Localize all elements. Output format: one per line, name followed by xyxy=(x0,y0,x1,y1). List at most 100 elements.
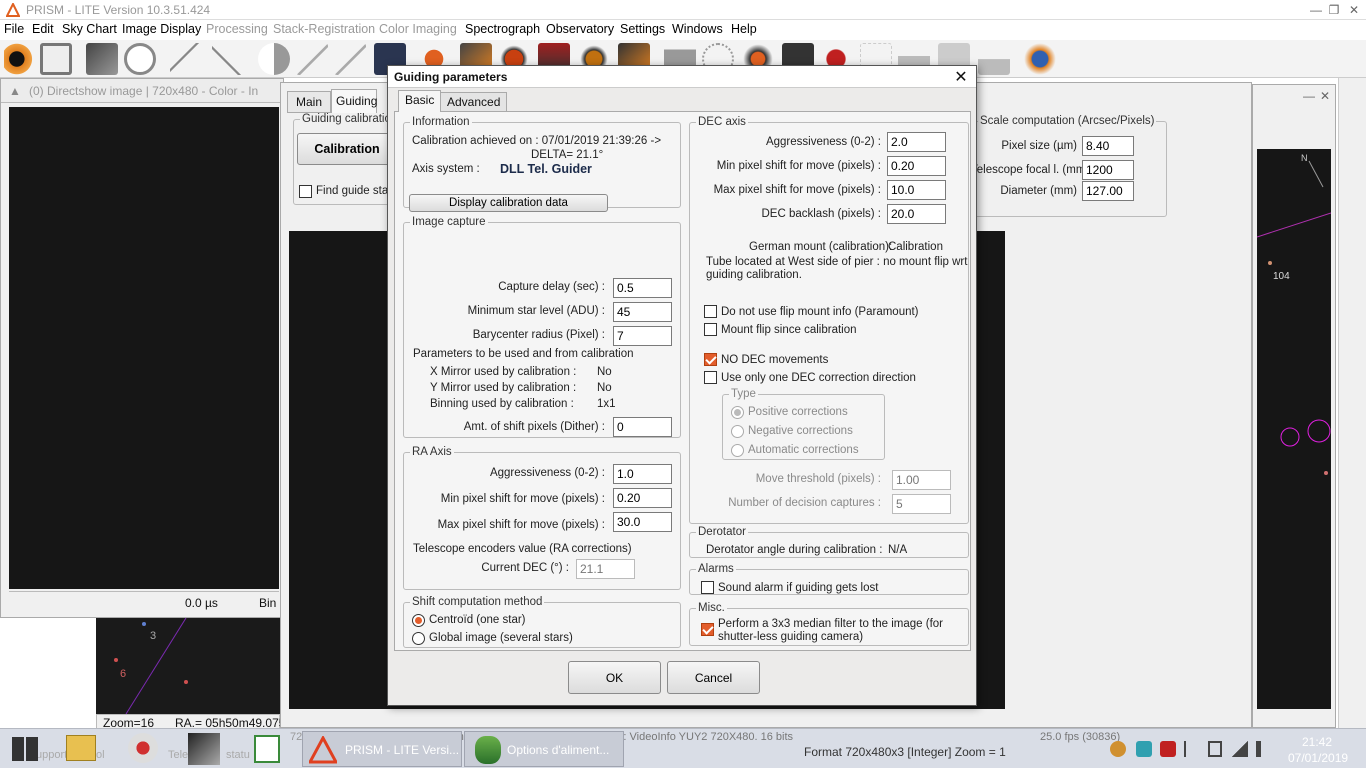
dec-aggressiveness-input[interactable] xyxy=(887,132,946,152)
zoom-in-icon[interactable] xyxy=(334,43,366,75)
taskbar-ghost-1: upport xyxy=(36,749,68,761)
no-flip-info-checkbox[interactable] xyxy=(704,305,717,318)
dec-min-shift-input[interactable] xyxy=(887,156,946,176)
sound-alarm-checkbox[interactable] xyxy=(701,581,714,594)
directshow-image[interactable] xyxy=(9,107,279,589)
menu-spectrograph[interactable]: Spectrograph xyxy=(465,22,540,36)
dec-max-shift-input[interactable] xyxy=(887,180,946,200)
dec-max-shift-label: Max pixel shift for move (pixels) : xyxy=(713,184,881,196)
tray-network-icon[interactable] xyxy=(1232,741,1248,757)
zoom-out-icon[interactable] xyxy=(296,43,328,75)
binning-label: Binning used by calibration : xyxy=(430,398,574,410)
ra-min-shift-label: Min pixel shift for move (pixels) : xyxy=(440,493,605,505)
global-image-radio[interactable] xyxy=(412,632,425,645)
taskbar-prism[interactable]: PRISM - LITE Versi... xyxy=(302,731,462,767)
rotate-icon[interactable] xyxy=(170,43,202,75)
no-dec-movements-checkbox[interactable] xyxy=(704,353,717,366)
chart-icon[interactable] xyxy=(978,43,1010,75)
move-threshold-input[interactable] xyxy=(892,470,951,490)
tray-icon-1[interactable] xyxy=(1110,741,1126,757)
menu-settings[interactable]: Settings xyxy=(620,22,665,36)
menu-windows[interactable]: Windows xyxy=(672,22,723,36)
tray-eye-icon[interactable] xyxy=(1136,741,1152,757)
tab-advanced[interactable]: Advanced xyxy=(440,92,508,111)
flip-icon[interactable] xyxy=(212,43,244,75)
current-dec-label: Current DEC (°) : xyxy=(481,562,569,574)
centroid-radio[interactable] xyxy=(412,614,425,627)
clock-time: 21:42 xyxy=(1302,735,1333,749)
capture-delay-input[interactable] xyxy=(613,278,672,298)
close-icon[interactable]: ✕ xyxy=(1342,1,1366,19)
positive-corrections-radio[interactable] xyxy=(731,406,744,419)
ok-button[interactable]: OK xyxy=(568,661,661,694)
sky-close-icon[interactable]: ✕ xyxy=(1313,87,1337,105)
dec-min-shift-label: Min pixel shift for move (pixels) : xyxy=(716,160,881,172)
contrast-icon[interactable] xyxy=(258,43,290,75)
ra-axis-legend: RA Axis xyxy=(412,446,452,458)
menu-stack-registration[interactable]: Stack-Registration xyxy=(273,22,375,36)
x-mirror-label: X Mirror used by calibration : xyxy=(430,366,577,378)
median-filter-checkbox[interactable] xyxy=(701,623,714,636)
directshow-logo-icon: ▲ xyxy=(9,84,21,98)
mount-flip-checkbox[interactable] xyxy=(704,323,717,336)
menu-processing[interactable]: Processing xyxy=(206,22,268,36)
decision-captures-label: Number of decision captures : xyxy=(728,497,881,509)
tab-guiding[interactable]: Guiding xyxy=(331,89,377,113)
sky-chart-window: — ✕ N 104 xyxy=(1252,84,1336,728)
current-dec-input[interactable] xyxy=(576,559,635,579)
mdi-scrollbar[interactable] xyxy=(1338,78,1366,728)
menu-help[interactable]: Help xyxy=(731,22,757,36)
one-dec-direction-checkbox[interactable] xyxy=(704,371,717,384)
negative-corrections-radio[interactable] xyxy=(731,425,744,438)
ra-aggressiveness-input[interactable] xyxy=(613,464,672,484)
sky-chart-canvas[interactable]: N 104 xyxy=(1257,149,1331,709)
ra-max-shift-input[interactable] xyxy=(613,512,672,532)
automatic-corrections-radio[interactable] xyxy=(731,444,744,457)
app-icon-2[interactable] xyxy=(188,733,220,765)
tray-flag-icon[interactable] xyxy=(1184,741,1198,757)
menu-sky-chart[interactable]: Sky Chart xyxy=(62,22,117,36)
open-icon[interactable] xyxy=(4,43,36,75)
german-mount-label: German mount (calibration): xyxy=(749,241,893,253)
dialog-close-icon[interactable]: ✕ xyxy=(952,67,970,87)
menu-image-display[interactable]: Image Display xyxy=(122,22,201,36)
tray-battery-icon[interactable] xyxy=(1208,741,1222,757)
dither-input[interactable] xyxy=(613,417,672,437)
menu-file[interactable]: File xyxy=(4,22,24,36)
barycenter-radius-input[interactable] xyxy=(613,326,672,346)
format-status: Format 720x480x3 [Integer] Zoom = 1 xyxy=(804,745,1006,759)
explorer-icon[interactable] xyxy=(66,735,96,761)
cancel-button[interactable]: Cancel xyxy=(667,661,760,694)
min-star-level-input[interactable] xyxy=(613,302,672,322)
focal-input[interactable] xyxy=(1082,160,1134,180)
diameter-input[interactable] xyxy=(1082,181,1134,201)
display-calibration-button[interactable]: Display calibration data xyxy=(409,194,608,212)
mini-sky-chart[interactable]: 3 6 xyxy=(96,618,280,714)
pixel-size-input[interactable] xyxy=(1082,136,1134,156)
no-dec-movements-label: NO DEC movements xyxy=(721,354,829,366)
save-icon[interactable] xyxy=(40,43,72,75)
start-icon[interactable] xyxy=(12,737,38,761)
info-icon[interactable] xyxy=(124,43,156,75)
ra-min-shift-input[interactable] xyxy=(613,488,672,508)
tab-basic[interactable]: Basic xyxy=(398,90,442,112)
menu-edit[interactable]: Edit xyxy=(32,22,54,36)
tray-volume-icon[interactable] xyxy=(1256,741,1270,757)
tray-pdf-icon[interactable] xyxy=(1160,741,1176,757)
tools-icon[interactable] xyxy=(86,43,118,75)
menu-observatory[interactable]: Observatory xyxy=(546,22,614,36)
chart-label-104: 104 xyxy=(1273,271,1290,282)
app-icon-3[interactable] xyxy=(254,735,280,763)
taskbar-options[interactable]: Options d'aliment... xyxy=(464,731,624,767)
calibration-button[interactable]: Calibration xyxy=(297,133,397,165)
menu-color-imaging[interactable]: Color Imaging xyxy=(379,22,457,36)
dec-backlash-input[interactable] xyxy=(887,204,946,224)
app-title: PRISM - LITE Version 10.3.51.424 xyxy=(26,3,211,17)
automatic-corrections-label: Automatic corrections xyxy=(748,444,859,456)
decision-captures-input[interactable] xyxy=(892,494,951,514)
tab-main[interactable]: Main xyxy=(287,91,331,113)
app-icon-1[interactable] xyxy=(128,733,158,763)
star-dot xyxy=(142,622,146,626)
find-guide-star-checkbox[interactable] xyxy=(299,185,312,198)
micron-icon[interactable] xyxy=(1024,43,1056,75)
